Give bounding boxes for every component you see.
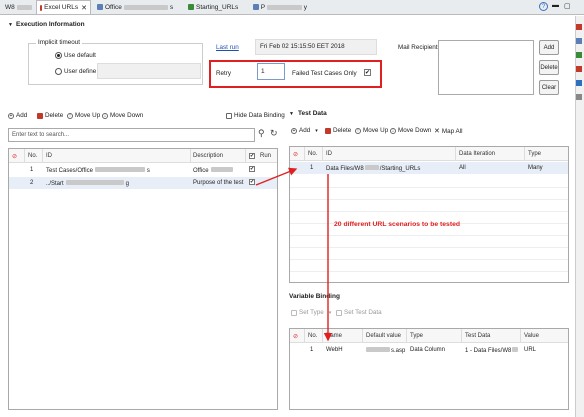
arrow-to-test-data xyxy=(255,167,298,186)
annotation-arrows xyxy=(255,167,333,342)
